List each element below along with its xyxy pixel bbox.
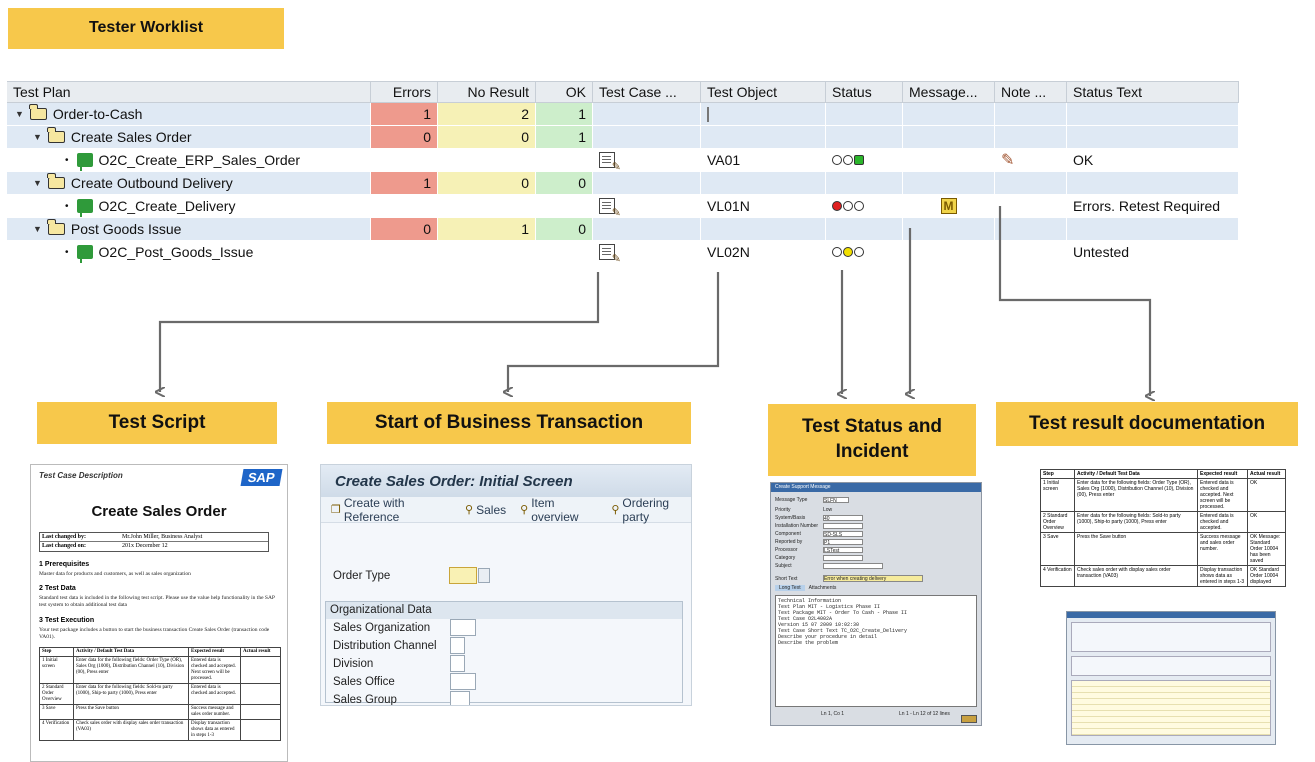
distribution-channel-input[interactable] xyxy=(450,637,465,654)
item-overview-button[interactable]: ⚲ Item overview xyxy=(520,496,597,524)
section-text: Standard test data is included in the fo… xyxy=(39,595,275,608)
window-title: Create Support Message xyxy=(771,483,981,492)
distribution-channel-label: Distribution Channel xyxy=(333,640,437,652)
installation-field[interactable] xyxy=(823,523,863,529)
sales-group-input[interactable] xyxy=(450,691,470,705)
sales-office-label: Sales Office xyxy=(333,676,395,688)
section-heading: 3 Test Execution xyxy=(39,617,95,624)
sap-transaction-screen[interactable]: Create Sales Order: Initial Screen ❐ Crea… xyxy=(320,464,692,706)
section-heading: 2 Test Data xyxy=(39,585,76,592)
component-field[interactable]: SD-SLS xyxy=(823,531,863,538)
test-result-document[interactable]: Step Activity / Default Test Data Expected… xyxy=(1040,469,1286,753)
sales-group-label: Sales Group xyxy=(333,694,397,706)
callout-business-transaction: Start of Business Transaction xyxy=(327,402,691,444)
person-icon: ⚲ xyxy=(465,504,474,516)
tab-long-text[interactable]: Long Text xyxy=(775,585,805,591)
create-with-reference-button[interactable]: ❐ Create with Reference xyxy=(331,496,451,524)
order-type-label: Order Type xyxy=(333,570,391,582)
section-heading: 1 Prerequisites xyxy=(39,561,90,568)
screen-toolbar: ❐ Create with Reference ⚲ Sales ⚲ Item over… xyxy=(321,496,691,524)
ordering-party-button[interactable]: ⚲ Ordering party xyxy=(611,496,691,524)
order-type-input[interactable] xyxy=(449,567,477,584)
division-input[interactable] xyxy=(450,655,465,672)
short-text-field[interactable]: Error when creating delivery xyxy=(823,575,923,582)
test-script-document[interactable]: Test Case Description SAP Create Sales O… xyxy=(30,464,288,762)
doc-title: Create Sales Order xyxy=(91,503,227,520)
person-icon: ⚲ xyxy=(611,504,620,516)
copy-icon: ❐ xyxy=(331,504,341,516)
long-text-editor[interactable]: Technical Information Test Plan MIT - Lo… xyxy=(775,595,977,707)
order-type-f4-button[interactable] xyxy=(478,568,490,583)
category-field[interactable] xyxy=(823,555,863,561)
sap-logo: SAP xyxy=(240,469,283,486)
division-label: Division xyxy=(333,658,374,670)
sales-organization-label: Sales Organization xyxy=(333,622,431,634)
message-type-field[interactable]: SLFN xyxy=(823,497,849,504)
result-screenshot xyxy=(1066,611,1276,745)
section-text: Master data for products and customers, … xyxy=(39,571,191,577)
screen-title: Create Sales Order: Initial Screen xyxy=(321,465,691,497)
callout-status-incident: Test Status and Incident xyxy=(768,404,976,476)
doc-meta: Last changed by: Mr.John Miller, Business… xyxy=(39,532,269,552)
connector-result-doc xyxy=(998,206,1150,396)
sales-office-input[interactable] xyxy=(450,673,476,690)
test-steps-table: Step Activity / Default Test Data Expected… xyxy=(39,647,281,741)
doc-header: Test Case Description xyxy=(39,471,123,480)
reported-by-field[interactable]: P1 xyxy=(823,539,863,546)
priority-field[interactable]: Low xyxy=(823,507,832,513)
processor-field[interactable]: LSTest xyxy=(823,547,863,554)
subject-field[interactable] xyxy=(823,563,883,569)
callout-test-script: Test Script xyxy=(37,402,277,444)
connector-business-transaction xyxy=(508,272,720,392)
tab-attachments[interactable]: Attachments xyxy=(809,585,837,591)
section-text: Your test package includes a button to s… xyxy=(39,627,270,640)
result-table: Step Activity / Default Test Data Expected… xyxy=(1040,469,1286,587)
connector-test-script xyxy=(160,272,600,392)
support-message-window[interactable]: Create Support Message Message Type SLFN … xyxy=(770,482,982,726)
callout-result-doc: Test result documentation xyxy=(996,402,1298,446)
person-icon: ⚲ xyxy=(520,504,529,516)
system-field[interactable]: 40 xyxy=(823,515,863,522)
save-close-icon[interactable] xyxy=(961,715,977,723)
group-title: Organizational Data xyxy=(326,602,682,619)
sales-organization-input[interactable] xyxy=(450,619,476,636)
sales-button[interactable]: ⚲ Sales xyxy=(465,503,506,517)
